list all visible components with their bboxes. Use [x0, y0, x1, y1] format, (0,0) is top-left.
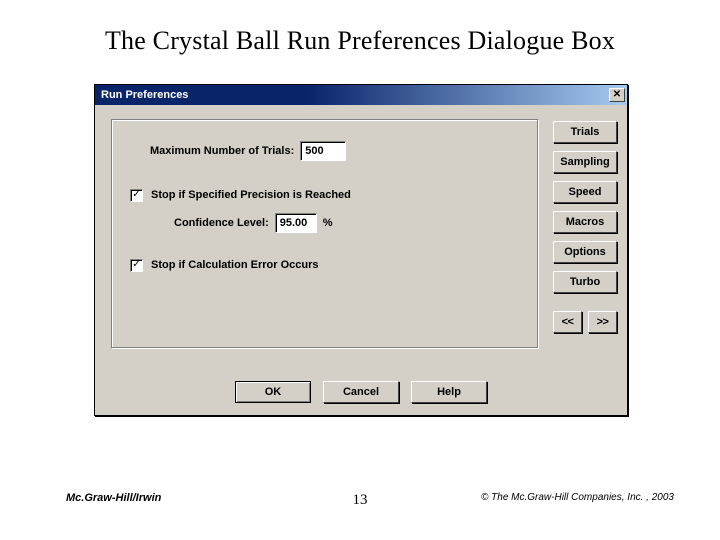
trials-tab-button[interactable]: Trials — [553, 121, 617, 143]
stop-calc-error-checkbox[interactable]: ✓ — [130, 259, 143, 272]
options-tab-button[interactable]: Options — [553, 241, 617, 263]
stop-precision-checkbox[interactable]: ✓ — [130, 189, 143, 202]
stop-calc-error-label: Stop if Calculation Error Occurs — [151, 259, 318, 271]
confidence-row: Confidence Level: 95.00 % — [174, 212, 526, 234]
ok-button[interactable]: OK — [235, 381, 311, 403]
macros-tab-button[interactable]: Macros — [553, 211, 617, 233]
next-button[interactable]: >> — [588, 311, 617, 333]
side-button-column: Trials Sampling Speed Macros Options Tur… — [549, 105, 627, 415]
confidence-label: Confidence Level: — [174, 217, 269, 229]
stop-precision-row: ✓ Stop if Specified Precision is Reached — [130, 184, 526, 206]
bottom-button-row: OK Cancel Help — [95, 381, 627, 403]
max-trials-input[interactable]: 500 — [300, 141, 346, 161]
percent-label: % — [323, 217, 333, 229]
footer-left: Mc.Graw-Hill/Irwin — [66, 492, 161, 504]
max-trials-label: Maximum Number of Trials: — [150, 145, 294, 157]
sampling-tab-button[interactable]: Sampling — [553, 151, 617, 173]
titlebar: Run Preferences ✕ — [95, 85, 627, 105]
page-number: 13 — [353, 492, 368, 509]
nav-row: << >> — [553, 311, 617, 333]
close-button[interactable]: ✕ — [609, 88, 625, 102]
slide-footer: Mc.Graw-Hill/Irwin 13 © The Mc.Graw-Hill… — [0, 492, 720, 512]
confidence-input[interactable]: 95.00 — [275, 213, 317, 233]
dialog-title: Run Preferences — [101, 89, 609, 101]
help-button[interactable]: Help — [411, 381, 487, 403]
max-trials-row: Maximum Number of Trials: 500 — [150, 140, 526, 162]
trials-group: Maximum Number of Trials: 500 ✓ Stop if … — [111, 119, 539, 349]
slide-title: The Crystal Ball Run Preferences Dialogu… — [0, 26, 720, 56]
cancel-button[interactable]: Cancel — [323, 381, 399, 403]
stop-calc-error-row: ✓ Stop if Calculation Error Occurs — [130, 254, 526, 276]
run-preferences-dialog: Run Preferences ✕ Maximum Number of Tria… — [94, 84, 628, 416]
main-panel: Maximum Number of Trials: 500 ✓ Stop if … — [95, 105, 549, 415]
footer-copyright: © The Mc.Graw-Hill Companies, Inc. , 200… — [481, 492, 674, 503]
speed-tab-button[interactable]: Speed — [553, 181, 617, 203]
stop-precision-label: Stop if Specified Precision is Reached — [151, 189, 351, 201]
turbo-tab-button[interactable]: Turbo — [553, 271, 617, 293]
prev-button[interactable]: << — [553, 311, 582, 333]
